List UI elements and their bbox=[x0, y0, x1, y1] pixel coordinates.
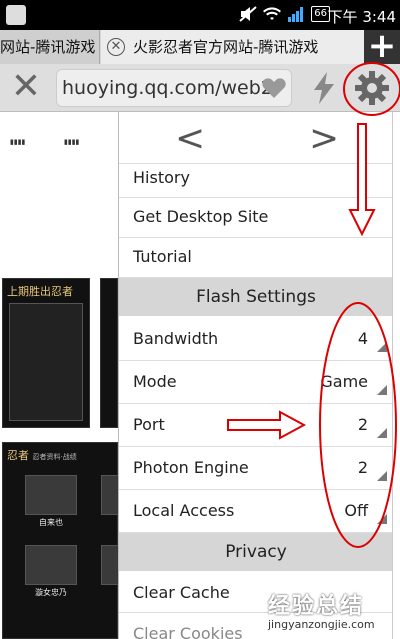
wifi-icon bbox=[263, 7, 282, 20]
menu-item-history[interactable]: History bbox=[119, 158, 392, 198]
clock: 下午 3:44 bbox=[327, 8, 396, 26]
spinner-indicator-icon bbox=[377, 428, 387, 438]
setting-label: Mode bbox=[133, 372, 177, 391]
watermark: 经验总结 jingyanzongjie.com bbox=[268, 588, 398, 638]
tab-2-label: 火影忍者官方网站-腾讯游戏 bbox=[133, 38, 319, 56]
local-access-value[interactable]: Off bbox=[344, 501, 368, 520]
ninja-panel-1b bbox=[100, 278, 118, 428]
section-privacy: Privacy bbox=[119, 533, 392, 571]
menu-item-label: Tutorial bbox=[133, 247, 192, 266]
ninja-caption-1: 自来也 bbox=[39, 518, 63, 527]
mute-icon bbox=[239, 6, 257, 22]
photon-engine-value[interactable]: 2 bbox=[358, 458, 368, 477]
menu-item-label: Clear Cache bbox=[133, 583, 230, 602]
menu-nav-row: < > bbox=[119, 112, 392, 164]
port-value[interactable]: 2 bbox=[358, 415, 368, 434]
setting-photon-engine[interactable]: Photon Engine 2 bbox=[119, 447, 392, 490]
setting-local-access[interactable]: Local Access Off bbox=[119, 490, 392, 533]
ninja-panel-2-title: 忍者 忍者资料·战绩 bbox=[3, 443, 117, 467]
menu-item-label: History bbox=[133, 168, 190, 187]
menu-item-desktop-site[interactable]: Get Desktop Site bbox=[119, 198, 392, 238]
setting-bandwidth[interactable]: Bandwidth 4 bbox=[119, 318, 392, 361]
ninja-panel-2-heading: 忍者 bbox=[7, 449, 29, 462]
tab-1-label: 网站-腾讯游戏 bbox=[0, 38, 96, 56]
spinner-indicator-icon bbox=[377, 514, 387, 524]
watermark-url: jingyanzongjie.com bbox=[268, 618, 375, 631]
bg-link-1: ▮▮▮▮ bbox=[10, 138, 26, 146]
setting-label: Local Access bbox=[133, 501, 235, 520]
menu-item-label: Clear Cookies bbox=[133, 624, 243, 639]
menu-item-label: Get Desktop Site bbox=[133, 207, 269, 226]
spinner-indicator-icon bbox=[377, 385, 387, 395]
spinner-indicator-icon bbox=[377, 342, 387, 352]
setting-mode[interactable]: Mode Game bbox=[119, 361, 392, 404]
stop-close-icon[interactable]: ✕ bbox=[8, 69, 44, 106]
menu-scrollbar[interactable] bbox=[392, 112, 400, 639]
ninja-avatar-slot[interactable] bbox=[101, 545, 119, 585]
spinner-indicator-icon bbox=[377, 471, 387, 481]
ninja-avatar-slot[interactable] bbox=[25, 475, 77, 515]
bookmark-heart-icon[interactable] bbox=[262, 77, 286, 99]
gear-icon[interactable] bbox=[354, 70, 390, 106]
setting-label: Photon Engine bbox=[133, 458, 249, 477]
background-web-page: ▮▮▮▮ ▮▮▮▮ 上期胜出忍者 忍者 忍者资料·战绩 自来也 漩女忠乃 bbox=[0, 112, 119, 639]
lightning-bolt-icon[interactable] bbox=[310, 72, 338, 104]
signal-icon bbox=[288, 7, 304, 22]
ninja-caption-2: 漩女忠乃 bbox=[35, 588, 67, 597]
browser-toolbar: ✕ huoying.qq.com/web2 bbox=[0, 64, 400, 112]
tab-2-active[interactable]: ✕ 火影忍者官方网站-腾讯游戏 bbox=[101, 30, 364, 64]
watermark-text: 经验总结 bbox=[268, 594, 365, 619]
bg-link-2: ▮▮▮▮ bbox=[64, 138, 80, 146]
setting-label: Port bbox=[133, 415, 165, 434]
section-title: Flash Settings bbox=[196, 287, 316, 307]
ninja-avatar-slot[interactable] bbox=[101, 475, 119, 515]
ninja-panel-1: 上期胜出忍者 bbox=[2, 278, 90, 428]
tab-1[interactable]: 网站-腾讯游戏 bbox=[0, 30, 100, 64]
new-tab-button[interactable]: + bbox=[364, 29, 400, 64]
ninja-slot bbox=[9, 303, 83, 421]
ninja-panel-1-title: 上期胜出忍者 bbox=[7, 285, 73, 298]
url-bar[interactable]: huoying.qq.com/web2 bbox=[56, 69, 292, 107]
menu-item-tutorial[interactable]: Tutorial bbox=[119, 238, 392, 278]
forward-arrow-icon[interactable]: > bbox=[309, 118, 339, 159]
tab-strip: 网站-腾讯游戏 ✕ 火影忍者官方网站-腾讯游戏 + bbox=[0, 29, 400, 64]
setting-port[interactable]: Port 2 bbox=[119, 404, 392, 447]
bandwidth-value[interactable]: 4 bbox=[358, 329, 368, 348]
app-notification-icon bbox=[6, 5, 26, 25]
status-bar: 66 下午 3:44 bbox=[0, 0, 400, 30]
section-title: Privacy bbox=[225, 542, 287, 562]
ninja-avatar-slot[interactable] bbox=[25, 545, 77, 585]
setting-label: Bandwidth bbox=[133, 329, 219, 348]
settings-menu: < > History Get Desktop Site Tutorial Fl… bbox=[118, 112, 392, 639]
back-arrow-icon[interactable]: < bbox=[175, 118, 205, 159]
ninja-panel-2-subtitle: 忍者资料·战绩 bbox=[32, 453, 77, 461]
ninja-panel-2: 忍者 忍者资料·战绩 自来也 漩女忠乃 bbox=[2, 442, 119, 639]
section-flash-settings: Flash Settings bbox=[119, 278, 392, 316]
mode-value[interactable]: Game bbox=[320, 372, 368, 391]
status-icons: 66 bbox=[239, 6, 330, 22]
tab-close-icon[interactable]: ✕ bbox=[107, 38, 125, 56]
